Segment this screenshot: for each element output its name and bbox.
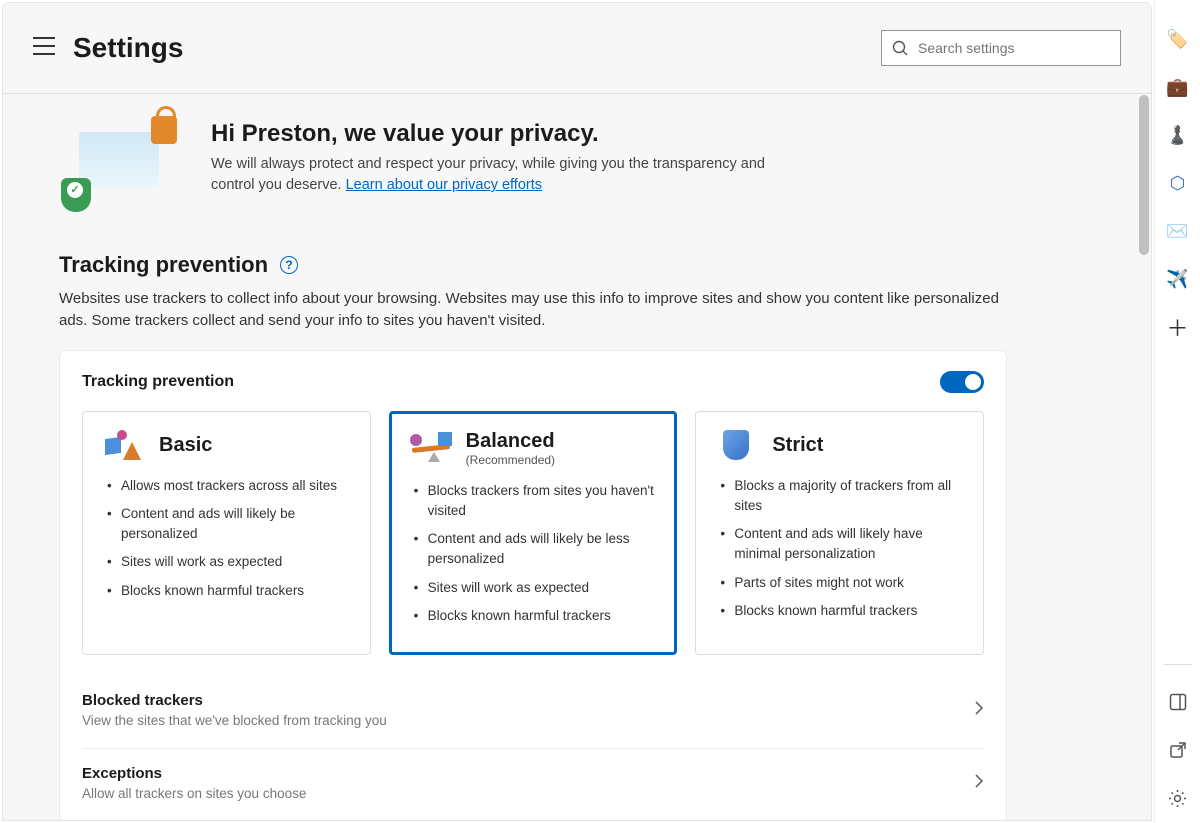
menu-button[interactable] xyxy=(33,37,55,60)
tracking-option-balanced[interactable]: Balanced (Recommended) Blocks trackers f… xyxy=(389,411,678,656)
list-item: Sites will work as expected xyxy=(410,578,657,598)
list-item: Blocks known harmful trackers xyxy=(410,606,657,626)
settings-page: Settings Hi Preston, we value your priva… xyxy=(2,2,1152,821)
shopping-tag-icon[interactable]: 🏷️ xyxy=(1167,28,1189,50)
right-sidebar: 🏷️ 💼 ♟️ ⬡ ✉️ ✈️ ＋ xyxy=(1154,0,1200,823)
option-title: Strict xyxy=(772,434,823,457)
list-item: Blocks known harmful trackers xyxy=(103,581,350,601)
chevron-right-icon xyxy=(974,773,984,794)
option-list: Blocks trackers from sites you haven't v… xyxy=(410,481,657,627)
content-scroll[interactable]: Hi Preston, we value your privacy. We wi… xyxy=(3,94,1151,820)
office-icon[interactable]: ⬡ xyxy=(1167,172,1189,194)
search-icon xyxy=(892,40,908,56)
list-item: Content and ads will likely be personali… xyxy=(103,504,350,545)
rail-divider xyxy=(1164,664,1192,665)
exceptions-link[interactable]: Exceptions Allow all trackers on sites y… xyxy=(82,748,984,801)
greeting-text: Hi Preston, we value your privacy. We wi… xyxy=(211,120,811,210)
link-subtitle: View the sites that we've blocked from t… xyxy=(82,713,387,728)
tracking-section-desc: Websites use trackers to collect info ab… xyxy=(59,288,999,332)
privacy-greeting: Hi Preston, we value your privacy. We wi… xyxy=(59,120,1007,210)
privacy-illustration xyxy=(59,120,179,210)
link-subtitle: Allow all trackers on sites you choose xyxy=(82,786,306,801)
blocked-trackers-link[interactable]: Blocked trackers View the sites that we'… xyxy=(82,673,984,728)
privacy-learn-more-link[interactable]: Learn about our privacy efforts xyxy=(346,177,542,193)
briefcase-icon[interactable]: 💼 xyxy=(1167,76,1189,98)
tracking-card-title: Tracking prevention xyxy=(82,373,234,391)
tracking-options: Basic Allows most trackers across all si… xyxy=(82,411,984,656)
tracking-option-basic[interactable]: Basic Allows most trackers across all si… xyxy=(82,411,371,656)
scrollbar-thumb[interactable] xyxy=(1139,95,1149,255)
balanced-icon xyxy=(410,432,450,464)
option-title: Balanced xyxy=(466,430,555,453)
option-title: Basic xyxy=(159,434,212,457)
tracking-card: Tracking prevention Basic xyxy=(59,350,1007,821)
external-link-icon[interactable] xyxy=(1167,739,1189,761)
send-icon[interactable]: ✈️ xyxy=(1167,268,1189,290)
tracking-option-strict[interactable]: Strict Blocks a majority of trackers fro… xyxy=(695,411,984,656)
settings-gear-icon[interactable] xyxy=(1167,787,1189,809)
list-item: Sites will work as expected xyxy=(103,552,350,572)
outlook-icon[interactable]: ✉️ xyxy=(1167,220,1189,242)
greeting-heading: Hi Preston, we value your privacy. xyxy=(211,120,811,148)
page-title: Settings xyxy=(73,32,183,64)
search-input[interactable] xyxy=(918,40,1110,56)
tracking-section-title: Tracking prevention xyxy=(59,252,268,278)
strict-icon xyxy=(716,430,756,462)
link-title: Blocked trackers xyxy=(82,692,387,709)
option-subtitle: (Recommended) xyxy=(466,453,555,467)
add-icon[interactable]: ＋ xyxy=(1167,316,1189,338)
option-list: Allows most trackers across all sites Co… xyxy=(103,476,350,601)
tracking-section-header: Tracking prevention ? xyxy=(59,252,1007,278)
list-item: Content and ads will likely have minimal… xyxy=(716,524,963,565)
greeting-body: We will always protect and respect your … xyxy=(211,154,811,196)
list-item: Blocks a majority of trackers from all s… xyxy=(716,476,963,517)
link-title: Exceptions xyxy=(82,765,306,782)
list-item: Content and ads will likely be less pers… xyxy=(410,529,657,570)
search-input-wrapper[interactable] xyxy=(881,30,1121,66)
tracking-card-header: Tracking prevention xyxy=(82,371,984,393)
chevron-right-icon xyxy=(974,700,984,721)
panel-icon[interactable] xyxy=(1167,691,1189,713)
list-item: Parts of sites might not work xyxy=(716,573,963,593)
list-item: Allows most trackers across all sites xyxy=(103,476,350,496)
option-list: Blocks a majority of trackers from all s… xyxy=(716,476,963,622)
info-icon[interactable]: ? xyxy=(280,256,298,274)
tracking-toggle[interactable] xyxy=(940,371,984,393)
basic-icon xyxy=(103,430,143,462)
chess-icon[interactable]: ♟️ xyxy=(1167,124,1189,146)
content: Hi Preston, we value your privacy. We wi… xyxy=(3,94,1063,820)
list-item: Blocks trackers from sites you haven't v… xyxy=(410,481,657,522)
list-item: Blocks known harmful trackers xyxy=(716,601,963,621)
header: Settings xyxy=(3,3,1151,93)
